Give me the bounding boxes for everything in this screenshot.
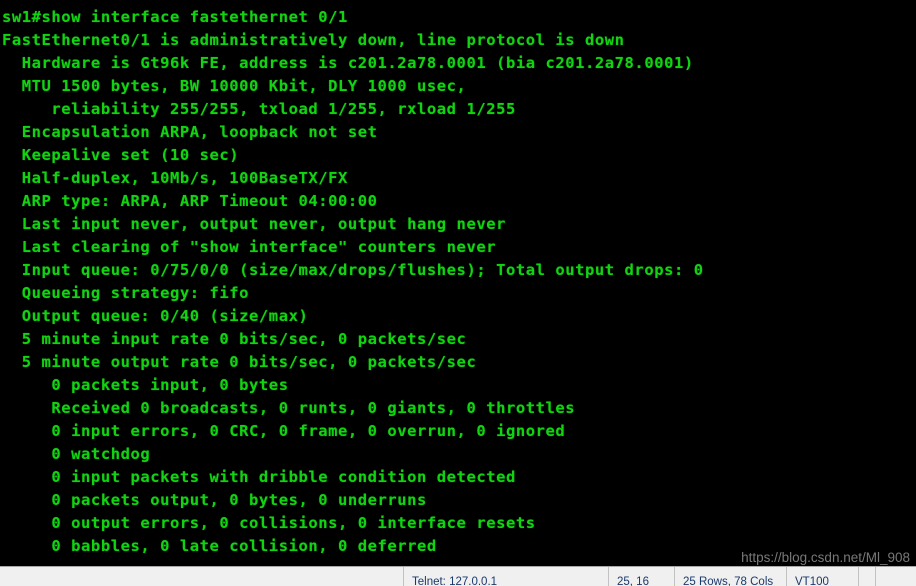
terminal-line: FastEthernet0/1 is administratively down… [2,31,625,49]
status-screen-dimensions: 25 Rows, 78 Cols [675,567,787,586]
status-spacer [859,567,876,586]
terminal-line: Queueing strategy: fifo [2,284,250,302]
terminal-line: 0 watchdog [2,445,151,463]
terminal-line: 0 packets output, 0 bytes, 0 underruns [2,491,427,509]
terminal-line: Hardware is Gt96k FE, address is c201.2a… [2,54,694,72]
status-trailing [876,567,916,586]
terminal-line: Last clearing of "show interface" counte… [2,238,497,256]
terminal-line: 0 input packets with dribble condition d… [2,468,516,486]
terminal-line: 0 output errors, 0 collisions, 0 interfa… [2,514,536,532]
terminal-line: Last input never, output never, output h… [2,215,506,233]
terminal-line: Keepalive set (10 sec) [2,146,240,164]
status-connection-state [0,567,404,586]
terminal-output-pane[interactable]: sw1#show interface fastethernet 0/1 Fast… [0,0,916,566]
terminal-line: Received 0 broadcasts, 0 runts, 0 giants… [2,399,576,417]
terminal-line: Input queue: 0/75/0/0 (size/max/drops/fl… [2,261,704,279]
status-telnet-host: Telnet: 127.0.0.1 [404,567,609,586]
terminal-line: Half-duplex, 10Mb/s, 100BaseTX/FX [2,169,348,187]
terminal-line: 5 minute output rate 0 bits/sec, 0 packe… [2,353,477,371]
terminal-line: reliability 255/255, txload 1/255, rxloa… [2,100,516,118]
terminal-line: Encapsulation ARPA, loopback not set [2,123,378,141]
terminal-line: 5 minute input rate 0 bits/sec, 0 packet… [2,330,467,348]
terminal-line: sw1#show interface fastethernet 0/1 [2,8,348,26]
terminal-line: MTU 1500 bytes, BW 10000 Kbit, DLY 1000 … [2,77,467,95]
terminal-line: Output queue: 0/40 (size/max) [2,307,309,325]
terminal-line: ARP type: ARPA, ARP Timeout 04:00:00 [2,192,378,210]
status-cursor-position: 25, 16 [609,567,675,586]
terminal-line: 0 packets input, 0 bytes [2,376,289,394]
status-emulation-mode: VT100 [787,567,859,586]
status-bar: Telnet: 127.0.0.1 25, 16 25 Rows, 78 Col… [0,566,916,586]
watermark-url: https://blog.csdn.net/Ml_908 [741,550,910,565]
terminal-line: 0 input errors, 0 CRC, 0 frame, 0 overru… [2,422,566,440]
terminal-window: sw1#show interface fastethernet 0/1 Fast… [0,0,916,586]
